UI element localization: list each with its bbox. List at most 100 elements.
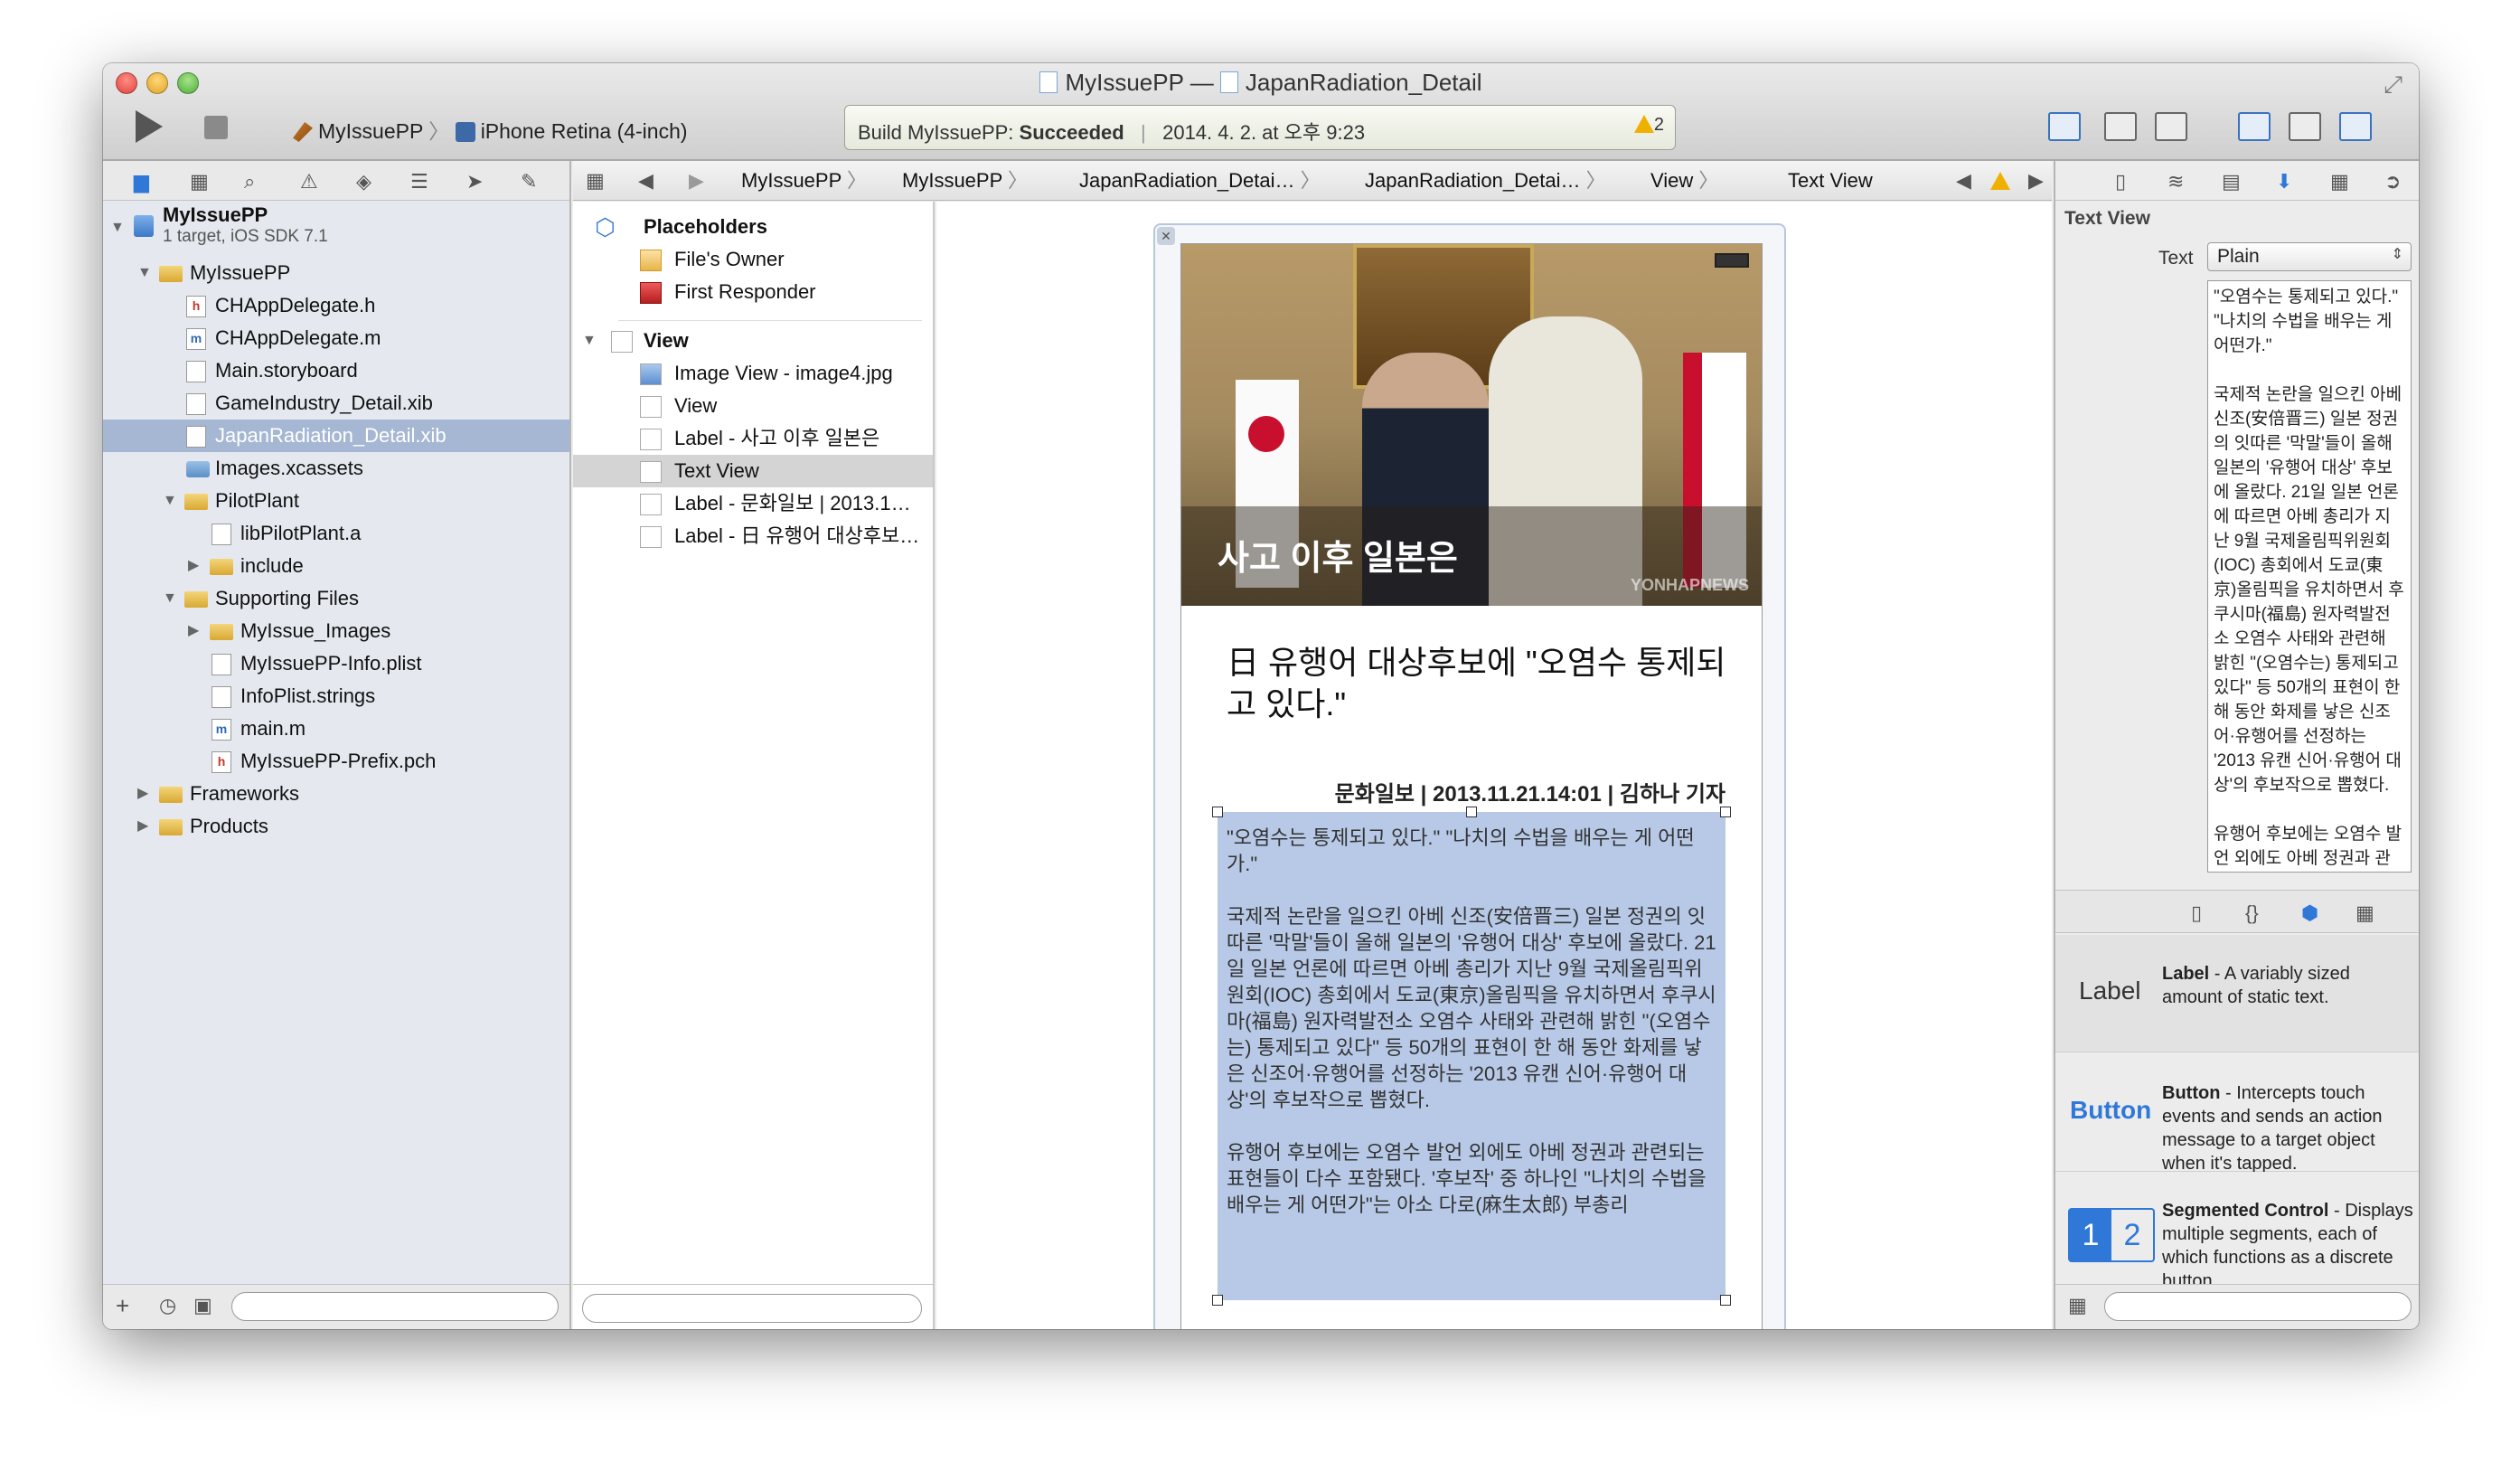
interface-builder-canvas[interactable]: ✕ 사고 이후 일본은 YONHAPNEWS 日 유행어 대상후보에 "오염수 … xyxy=(936,202,2052,1329)
activity-viewer[interactable]: Build MyIssuePP: Succeeded | 2014. 4. 2.… xyxy=(844,105,1676,150)
disclosure-icon[interactable]: ▼ xyxy=(582,325,597,357)
warning-icon[interactable] xyxy=(1990,161,2010,201)
breadcrumb-view[interactable]: View 〉 xyxy=(1650,161,1718,201)
outline-files-owner[interactable]: File's Owner xyxy=(573,243,933,276)
identity-inspector-icon[interactable]: ▤ xyxy=(2222,170,2241,193)
tree-item-group[interactable]: ▼ Supporting Files xyxy=(103,582,569,615)
object-library-icon[interactable]: ⬢ xyxy=(2301,901,2318,925)
toggle-debug-area-button[interactable] xyxy=(2289,112,2321,141)
test-icon[interactable]: ◈ xyxy=(356,170,371,193)
file-inspector-icon[interactable]: ▯ xyxy=(2115,170,2126,193)
tree-item-group[interactable]: ▶ Products xyxy=(103,810,569,843)
text-type-select[interactable]: Plain ⇕ xyxy=(2207,242,2412,271)
tree-item-file[interactable]: libPilotPlant.a xyxy=(103,517,569,550)
warning-badge[interactable]: 2 xyxy=(1633,115,1664,136)
library-item-button[interactable]: Button Button - Intercepts touch events … xyxy=(2055,1054,2419,1174)
resize-handle[interactable] xyxy=(1720,1295,1731,1306)
breadcrumb-group[interactable]: MyIssuePP 〉 xyxy=(902,161,1028,201)
outline-first-responder[interactable]: First Responder xyxy=(573,276,933,308)
outline-placeholders[interactable]: ⬡ Placeholders xyxy=(573,211,933,243)
fullscreen-icon[interactable]: ⤢ xyxy=(2384,71,2402,99)
log-icon[interactable]: ✎ xyxy=(521,170,537,193)
tree-item-file[interactable]: m main.m xyxy=(103,712,569,745)
prev-issue-icon[interactable]: ◀ xyxy=(1956,161,1971,201)
navigator-filter-input[interactable] xyxy=(231,1292,559,1321)
breakpoint-icon[interactable]: ➤ xyxy=(466,170,483,193)
text-content-field[interactable]: "오염수는 통제되고 있다." "나치의 수법을 배우는 게 어떤가." 국제적… xyxy=(2207,280,2412,873)
resize-handle[interactable] xyxy=(1720,807,1731,817)
version-editor-button[interactable] xyxy=(2155,112,2187,141)
attributes-inspector-icon[interactable]: ⬇ xyxy=(2276,170,2292,193)
scm-filter-icon[interactable]: ▣ xyxy=(193,1294,212,1317)
breadcrumb-file[interactable]: JapanRadiation_Detai… 〉 xyxy=(1079,161,1321,201)
disclosure-icon[interactable]: ▶ xyxy=(137,778,148,810)
disclosure-icon[interactable]: ▼ xyxy=(163,582,177,615)
outline-image-view[interactable]: Image View - image4.jpg xyxy=(573,357,933,390)
library-filter-input[interactable] xyxy=(2104,1292,2412,1321)
media-library-icon[interactable]: ▦ xyxy=(2355,901,2374,925)
outline-label[interactable]: Label - 日 유행어 대상후보… xyxy=(573,520,933,552)
quick-help-icon[interactable]: ≋ xyxy=(2167,170,2184,193)
folder-icon[interactable]: ▆ xyxy=(134,170,149,193)
disclosure-icon[interactable]: ▶ xyxy=(137,810,148,843)
tree-item-file[interactable]: Images.xcassets xyxy=(103,452,569,485)
grid-view-icon[interactable]: ▦ xyxy=(2068,1294,2087,1317)
connections-inspector-icon[interactable]: ➲ xyxy=(2384,170,2401,193)
disclosure-icon[interactable]: ▼ xyxy=(137,257,152,289)
tree-item-file[interactable]: GameIndustry_Detail.xib xyxy=(103,387,569,420)
breadcrumb-text-view[interactable]: Text View xyxy=(1788,161,1873,201)
tree-item-file[interactable]: h MyIssuePP-Prefix.pch xyxy=(103,745,569,778)
assistant-editor-button[interactable] xyxy=(2104,112,2137,141)
headline-label[interactable]: 日 유행어 대상후보에 "오염수 통제되고 있다." xyxy=(1227,642,1733,725)
debug-icon[interactable]: ☰ xyxy=(410,170,428,193)
forward-arrow-icon[interactable]: ▶ xyxy=(689,161,704,201)
breadcrumb-project[interactable]: MyIssuePP 〉 xyxy=(741,161,867,201)
project-row[interactable]: ▼ MyIssuePP 1 target, iOS SDK 7.1 xyxy=(103,203,569,257)
disclosure-icon[interactable]: ▼ xyxy=(163,485,177,517)
resize-handle[interactable] xyxy=(1466,807,1477,817)
recent-files-icon[interactable]: ◷ xyxy=(159,1294,176,1317)
text-view-selected[interactable]: "오염수는 통제되고 있다." "나치의 수법을 배우는 게 어떤가." 국제적… xyxy=(1218,812,1725,1300)
disclosure-icon[interactable]: ▶ xyxy=(188,615,199,647)
symbol-navigator-icon[interactable]: ▦ xyxy=(190,170,209,193)
outline-subview[interactable]: View xyxy=(573,390,933,422)
scheme-selector[interactable]: MyIssuePP 〉 iPhone Retina (4-inch) xyxy=(293,114,688,145)
tree-item-group[interactable]: ▶ MyIssue_Images xyxy=(103,615,569,647)
tree-item-file[interactable]: Main.storyboard xyxy=(103,354,569,387)
size-inspector-icon[interactable]: ▦ xyxy=(2330,170,2349,193)
tree-item-file-selected[interactable]: JapanRadiation_Detail.xib xyxy=(103,420,569,452)
code-snippet-icon[interactable]: {} xyxy=(2245,901,2259,925)
image-view[interactable]: 사고 이후 일본은 YONHAPNEWS xyxy=(1181,244,1762,606)
next-issue-icon[interactable]: ▶ xyxy=(2028,161,2044,201)
back-arrow-icon[interactable]: ◀ xyxy=(638,161,654,201)
stop-button[interactable] xyxy=(204,116,228,139)
tree-item-group[interactable]: ▶ include xyxy=(103,550,569,582)
resize-handle[interactable] xyxy=(1212,807,1223,817)
outline-text-view-selected[interactable]: Text View xyxy=(573,455,933,487)
tree-item-file[interactable]: h CHAppDelegate.h xyxy=(103,289,569,322)
tree-item-file[interactable]: MyIssuePP-Info.plist xyxy=(103,647,569,680)
toggle-navigator-button[interactable] xyxy=(2238,112,2271,141)
library-item-segmented-control[interactable]: 1 2 Segmented Control - Displays multipl… xyxy=(2055,1172,2419,1291)
search-icon[interactable]: ⌕ xyxy=(244,170,255,193)
tree-item-file[interactable]: InfoPlist.strings xyxy=(103,680,569,712)
outline-filter-input[interactable] xyxy=(582,1294,922,1323)
byline-label[interactable]: 문화일보 | 2013.11.21.14:01 | 김하나 기자 xyxy=(1335,776,1725,807)
library-item-label[interactable]: Label Label - A variably sized amount of… xyxy=(2055,935,2419,1052)
add-icon[interactable]: + xyxy=(116,1292,129,1320)
view-container[interactable]: ✕ 사고 이후 일본은 YONHAPNEWS 日 유행어 대상후보에 "오염수 … xyxy=(1153,223,1786,1329)
issue-icon[interactable]: ⚠ xyxy=(300,170,318,193)
standard-editor-button[interactable] xyxy=(2048,112,2081,141)
file-template-icon[interactable]: ▯ xyxy=(2191,901,2202,925)
disclosure-icon[interactable]: ▼ xyxy=(110,212,125,244)
close-icon[interactable]: ✕ xyxy=(1157,227,1175,245)
tree-item-file[interactable]: m CHAppDelegate.m xyxy=(103,322,569,354)
tree-item-group[interactable]: ▼ MyIssuePP xyxy=(103,257,569,289)
outline-label[interactable]: Label - 문화일보 | 2013.1… xyxy=(573,487,933,520)
tree-item-group[interactable]: ▶ Frameworks xyxy=(103,778,569,810)
outline-label[interactable]: Label - 사고 이후 일본은 xyxy=(573,422,933,455)
tree-item-group[interactable]: ▼ PilotPlant xyxy=(103,485,569,517)
disclosure-icon[interactable]: ▶ xyxy=(188,550,199,582)
run-button[interactable] xyxy=(136,110,163,143)
related-items-icon[interactable]: ▦ xyxy=(586,161,605,201)
